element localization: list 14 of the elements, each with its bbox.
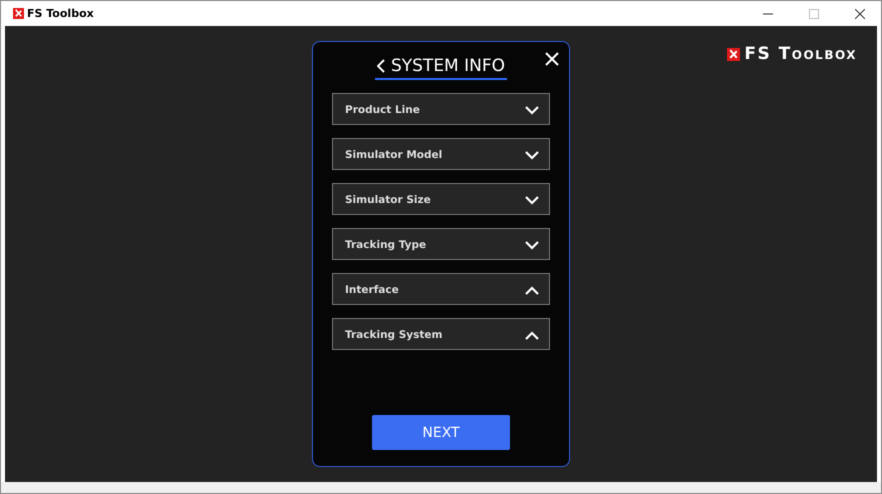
dropdown[interactable]: Interface [332, 273, 550, 305]
dropdown[interactable]: Simulator Model [332, 138, 550, 170]
app-icon [13, 8, 24, 19]
close-icon[interactable] [855, 8, 865, 18]
next-button[interactable]: NEXT [372, 415, 510, 450]
logo-icon [727, 48, 740, 60]
dropdown[interactable]: Simulator Size [332, 183, 550, 215]
dropdown[interactable]: Product Line [332, 93, 550, 125]
dropdown[interactable]: Tracking Type [332, 228, 550, 260]
window-title: FS Toolbox [27, 7, 94, 20]
logo-text: FS Toolbox [744, 44, 857, 64]
dropdown[interactable]: Tracking System [332, 318, 550, 350]
back-icon[interactable] [376, 59, 385, 73]
dialog-title: SYSTEM INFO [390, 56, 506, 76]
